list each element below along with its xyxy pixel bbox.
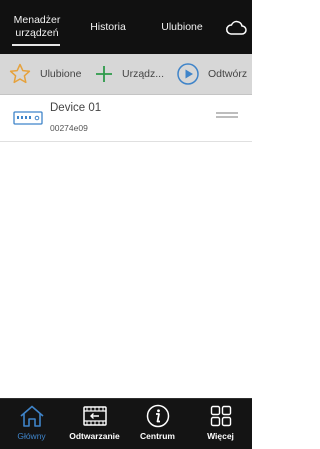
play-button[interactable]: Odtwórz xyxy=(176,54,247,94)
nav-more[interactable]: Więcej xyxy=(189,399,252,449)
tab-history[interactable]: Historia xyxy=(80,0,136,54)
play-icon xyxy=(177,63,199,85)
dvr-device-icon xyxy=(13,111,43,125)
favorites-label: Ulubione xyxy=(40,68,82,80)
plus-icon xyxy=(96,66,112,82)
action-toolbar: Ulubione Urządz... Odtwórz xyxy=(0,54,252,95)
drag-handle-icon[interactable] xyxy=(216,112,238,120)
add-device-label: Urządz... xyxy=(122,68,165,80)
nav-more-label: Więcej xyxy=(207,431,234,441)
star-icon xyxy=(9,63,31,84)
add-device-button[interactable]: Urządz... xyxy=(94,54,164,94)
top-tab-bar: Menadżer urządzeń Historia Ulubione xyxy=(0,0,252,54)
tab-device-manager-line1: Menadżer xyxy=(13,14,61,26)
favorites-button[interactable]: Ulubione xyxy=(8,54,81,94)
nav-playback-label: Odtwarzanie xyxy=(69,431,120,441)
device-id: 00274e09 xyxy=(50,123,88,133)
active-tab-indicator xyxy=(12,44,60,46)
bottom-nav-bar: Główny Odtwarzanie Centrum Więcej xyxy=(0,398,252,449)
playback-icon xyxy=(82,406,107,426)
info-icon xyxy=(146,404,169,428)
cloud-icon[interactable] xyxy=(225,20,247,36)
tab-device-manager-line2: urządzeń xyxy=(15,27,59,39)
tab-favorites[interactable]: Ulubione xyxy=(152,0,212,54)
list-item[interactable]: Device 01 00274e09 xyxy=(0,95,252,142)
home-icon xyxy=(19,405,44,427)
play-label: Odtwórz xyxy=(208,68,248,80)
nav-center[interactable]: Centrum xyxy=(126,399,189,449)
nav-main-label: Główny xyxy=(17,431,46,441)
nav-main[interactable]: Główny xyxy=(0,399,63,449)
nav-center-label: Centrum xyxy=(140,431,175,441)
device-name: Device 01 xyxy=(50,102,102,114)
nav-playback[interactable]: Odtwarzanie xyxy=(63,399,126,449)
more-grid-icon xyxy=(210,405,231,427)
